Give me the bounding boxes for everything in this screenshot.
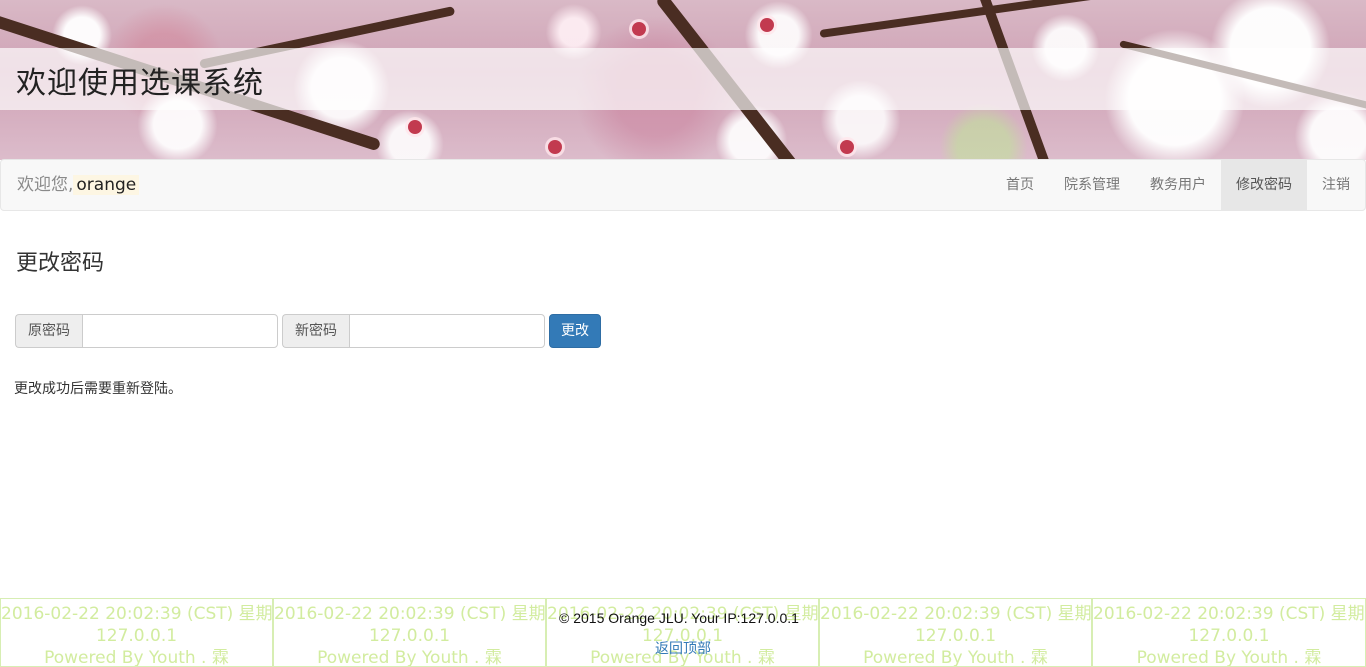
new-password-input[interactable] bbox=[349, 314, 545, 348]
nav-item-logout[interactable]: 注销 bbox=[1307, 160, 1365, 210]
tile-powered-by: Powered By Youth . 霖 bbox=[44, 648, 229, 667]
tile-ip: 127.0.0.1 bbox=[1188, 626, 1270, 646]
page-title: 更改密码 bbox=[16, 251, 105, 276]
navbar-greeting: 欢迎您, orange bbox=[17, 173, 140, 197]
copyright-text: © 2015 Orange JLU. Your IP:127.0.0.1 bbox=[559, 610, 799, 626]
tile-powered-by: Powered By Youth . 霖 bbox=[317, 648, 502, 667]
nav-item-home[interactable]: 首页 bbox=[991, 160, 1049, 210]
new-password-group: 新密码 bbox=[282, 314, 545, 348]
banner-bud bbox=[408, 120, 422, 134]
footer-tile: 2016-02-22 20:02:39 (CST) 星期一 127.0.0.1 … bbox=[819, 598, 1092, 667]
tile-ip: 127.0.0.1 bbox=[95, 626, 178, 646]
top-navbar: 欢迎您, orange 首页 院系管理 教务用户 修改密码 注销 bbox=[0, 159, 1366, 211]
change-password-form: 原密码 新密码 更改 bbox=[15, 314, 601, 348]
tile-ip: 127.0.0.1 bbox=[368, 626, 451, 646]
site-title: 欢迎使用选课系统 bbox=[16, 66, 264, 101]
username-label: orange bbox=[73, 175, 140, 195]
nav-menu: 首页 院系管理 教务用户 修改密码 注销 bbox=[991, 160, 1365, 210]
tile-datetime: 2016-02-22 20:02:39 (CST) 星期一 bbox=[1, 604, 273, 624]
old-password-group: 原密码 bbox=[15, 314, 278, 348]
tile-datetime: 2016-02-22 20:02:39 (CST) 星期一 bbox=[1093, 604, 1366, 624]
tile-datetime: 2016-02-22 20:02:39 (CST) 星期一 bbox=[820, 604, 1092, 624]
footer-tile: 2016-02-22 20:02:39 (CST) 星期一 127.0.0.1 … bbox=[0, 598, 273, 667]
nav-item-academic-users[interactable]: 教务用户 bbox=[1135, 160, 1221, 210]
change-password-button[interactable]: 更改 bbox=[549, 314, 601, 348]
banner-bud bbox=[840, 140, 854, 154]
nav-item-change-password[interactable]: 修改密码 bbox=[1221, 160, 1307, 210]
tile-powered-by: Powered By Youth . 霖 bbox=[863, 648, 1048, 667]
banner-bud bbox=[548, 140, 562, 154]
tile-powered-by: Powered By Youth . 霖 bbox=[1136, 648, 1322, 667]
banner-bud bbox=[760, 18, 774, 32]
old-password-input[interactable] bbox=[82, 314, 278, 348]
relogin-hint: 更改成功后需要重新登陆。 bbox=[14, 381, 182, 397]
old-password-label: 原密码 bbox=[15, 314, 82, 348]
greeting-text: 欢迎您, bbox=[17, 175, 74, 195]
banner-bud bbox=[632, 22, 646, 36]
tile-ip: 127.0.0.1 bbox=[914, 626, 997, 646]
tile-datetime: 2016-02-22 20:02:39 (CST) 星期一 bbox=[274, 604, 546, 624]
nav-item-department-management[interactable]: 院系管理 bbox=[1049, 160, 1135, 210]
footer-tile: 2016-02-22 20:02:39 (CST) 星期一 127.0.0.1 … bbox=[1092, 598, 1366, 667]
footer-tile: 2016-02-22 20:02:39 (CST) 星期一 127.0.0.1 … bbox=[273, 598, 546, 667]
back-to-top-link[interactable]: 返回顶部 bbox=[655, 640, 711, 658]
header-banner: 欢迎使用选课系统 bbox=[0, 0, 1366, 160]
new-password-label: 新密码 bbox=[282, 314, 349, 348]
